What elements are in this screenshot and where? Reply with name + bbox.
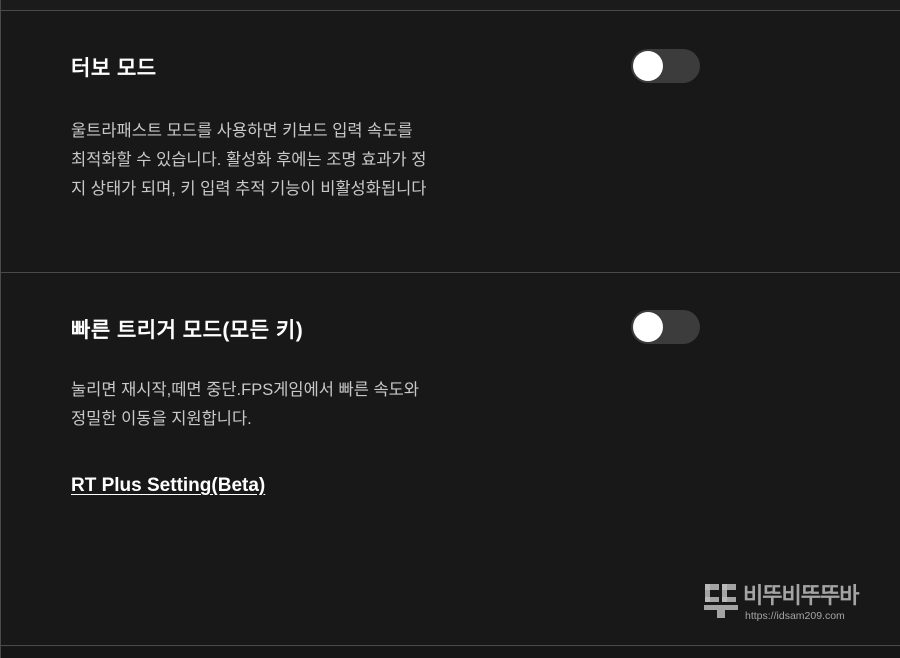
rapid-trigger-description: 눌리면 재시작,떼면 중단.FPS게임에서 빠른 속도와 정밀한 이동을 지원합… — [71, 381, 420, 428]
toggle-knob — [633, 51, 663, 81]
rt-plus-setting-link[interactable]: RT Plus Setting(Beta) — [71, 475, 265, 497]
turbo-mode-toggle[interactable] — [631, 49, 700, 83]
toggle-knob — [633, 312, 663, 342]
bottom-strip — [1, 647, 900, 658]
rapid-trigger-title: 빠른 트리거 모드(모든 키) — [71, 319, 304, 342]
watermark-logo-icon — [704, 584, 738, 618]
turbo-mode-description: 울트라패스트 모드를 사용하면 키보드 입력 속도를 최적화할 수 있습니다. … — [71, 122, 427, 198]
watermark-name: 비뚜비뚜뚜바 — [743, 583, 859, 608]
turbo-mode-section: 터보 모드 울트라패스트 모드를 사용하면 키보드 입력 속도를 최적화할 수 … — [1, 12, 900, 273]
top-divider — [1, 0, 900, 11]
turbo-mode-title: 터보 모드 — [71, 57, 157, 80]
watermark: 비뚜비뚜뚜바 https://idsam209.com — [701, 574, 886, 630]
settings-panel: 터보 모드 울트라패스트 모드를 사용하면 키보드 입력 속도를 최적화할 수 … — [0, 0, 900, 658]
watermark-url: https://idsam209.com — [745, 610, 845, 622]
rapid-trigger-toggle[interactable] — [631, 310, 700, 344]
